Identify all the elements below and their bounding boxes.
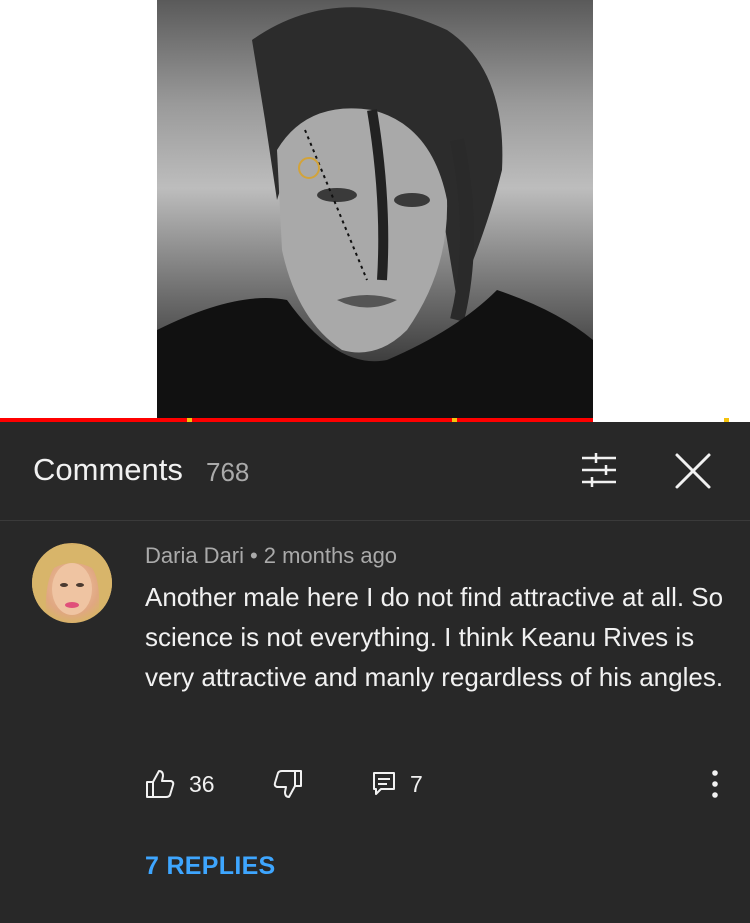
- video-frame[interactable]: [157, 0, 593, 418]
- reply-icon: [373, 772, 395, 795]
- more-options-button[interactable]: [700, 764, 730, 804]
- comments-title: Comments: [33, 452, 183, 487]
- comment-text: Another male here I do not find attracti…: [145, 582, 724, 692]
- comments-count: 768: [206, 457, 250, 487]
- thumbs-up-icon: [146, 770, 175, 798]
- close-icon: [675, 453, 711, 489]
- video-player[interactable]: [0, 0, 750, 422]
- comment-time[interactable]: 2 months ago: [264, 543, 397, 568]
- header-divider: [0, 520, 750, 521]
- portrait-image: [157, 7, 593, 418]
- comments-panel: Comments 768 Daria Dari • 2 months ago A…: [0, 422, 750, 923]
- comments-header: Comments 768: [0, 422, 750, 520]
- meta-separator: •: [250, 543, 258, 568]
- comment-meta: Daria Dari • 2 months ago: [145, 543, 397, 569]
- sort-sliders-icon: [582, 453, 616, 487]
- like-button[interactable]: 36: [145, 764, 215, 804]
- view-replies-link[interactable]: 7 REPLIES: [145, 852, 276, 881]
- like-count: 36: [189, 770, 215, 797]
- comment-actions: 36 7: [145, 764, 735, 804]
- sort-button[interactable]: [574, 448, 622, 492]
- comment-author[interactable]: Daria Dari: [145, 543, 244, 568]
- dislike-button[interactable]: [273, 764, 303, 804]
- reply-button[interactable]: 7: [372, 764, 423, 804]
- reply-count: 7: [410, 770, 423, 797]
- thumbs-down-icon: [273, 770, 302, 798]
- avatar-image: [32, 543, 112, 623]
- more-vert-icon: [712, 770, 718, 798]
- avatar[interactable]: [32, 543, 112, 623]
- close-button[interactable]: [668, 446, 718, 496]
